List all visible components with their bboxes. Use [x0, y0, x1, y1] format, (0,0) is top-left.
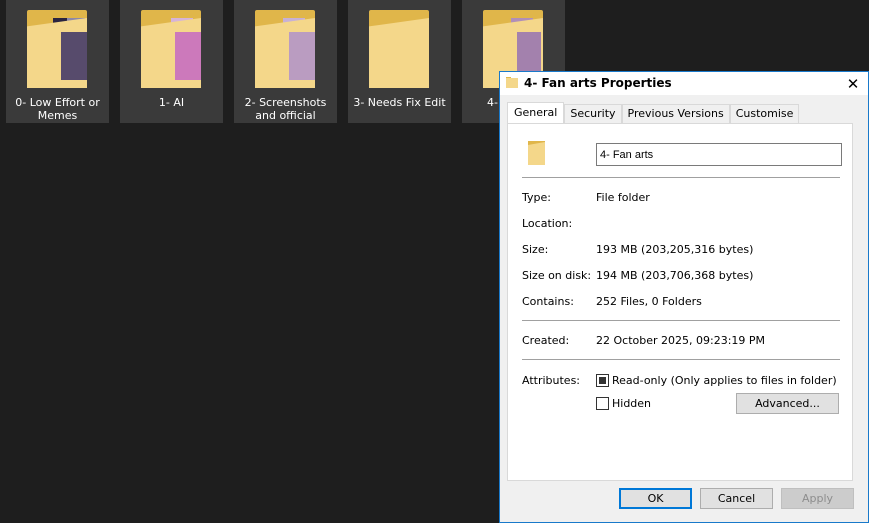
- folder-label: 3- Needs Fix Edit: [353, 96, 446, 109]
- dialog-title: 4- Fan arts Properties: [524, 76, 672, 90]
- type-label: Type:: [522, 191, 551, 204]
- folder-icon: [506, 77, 518, 88]
- general-panel: Type: File folder Location: Size: 193 MB…: [507, 123, 853, 481]
- folder-name-input[interactable]: [596, 143, 842, 166]
- properties-dialog: 4- Fan arts Properties ✕ General Securit…: [499, 71, 869, 523]
- name-row: [508, 139, 852, 169]
- folder-icon: [369, 10, 431, 88]
- tab-general[interactable]: General: [507, 102, 565, 123]
- folder-label: 0- Low Effort or Memes: [15, 96, 100, 122]
- title-bar[interactable]: 4- Fan arts Properties ✕: [500, 72, 868, 95]
- created-label: Created:: [522, 334, 570, 347]
- separator: [522, 359, 840, 360]
- readonly-checkbox[interactable]: [596, 374, 609, 387]
- cancel-button[interactable]: Cancel: [700, 488, 773, 509]
- folder-tile-screenshots[interactable]: 2- Screenshots and official: [234, 0, 337, 123]
- folder-icon: [141, 10, 203, 88]
- advanced-button[interactable]: Advanced...: [736, 393, 839, 414]
- close-icon: ✕: [846, 74, 860, 93]
- attributes-label: Attributes:: [522, 374, 581, 387]
- size-label: Size:: [522, 243, 549, 256]
- size-value: 193 MB (203,205,316 bytes): [596, 243, 754, 256]
- location-label: Location:: [522, 217, 573, 230]
- size-on-disk-value: 194 MB (203,706,368 bytes): [596, 269, 754, 282]
- tab-strip: General Security Previous Versions Custo…: [507, 102, 800, 123]
- folder-label: 2- Screenshots and official: [244, 96, 327, 122]
- folder-icon: [27, 10, 89, 88]
- hidden-checkbox[interactable]: [596, 397, 609, 410]
- contains-label: Contains:: [522, 295, 574, 308]
- apply-button[interactable]: Apply: [781, 488, 854, 509]
- tab-security[interactable]: Security: [564, 104, 622, 123]
- readonly-label[interactable]: Read-only (Only applies to files in fold…: [612, 374, 837, 387]
- created-value: 22 October 2025, 09:23:19 PM: [596, 334, 766, 347]
- size-on-disk-label: Size on disk:: [522, 269, 592, 282]
- tab-previous-versions[interactable]: Previous Versions: [621, 104, 730, 123]
- hidden-label[interactable]: Hidden: [612, 397, 651, 410]
- folder-icon: [528, 141, 545, 165]
- folder-label: 1- AI: [158, 96, 185, 109]
- type-value: File folder: [596, 191, 650, 204]
- folder-icon: [255, 10, 317, 88]
- separator: [522, 320, 840, 321]
- close-button[interactable]: ✕: [838, 72, 868, 95]
- folder-tile-low-effort[interactable]: 0- Low Effort or Memes: [6, 0, 109, 123]
- folder-tile-ai[interactable]: 1- AI: [120, 0, 223, 123]
- contains-value: 252 Files, 0 Folders: [596, 295, 702, 308]
- tab-customise[interactable]: Customise: [729, 104, 800, 123]
- separator: [522, 177, 840, 178]
- ok-button[interactable]: OK: [619, 488, 692, 509]
- folder-tile-needs-fix[interactable]: 3- Needs Fix Edit: [348, 0, 451, 123]
